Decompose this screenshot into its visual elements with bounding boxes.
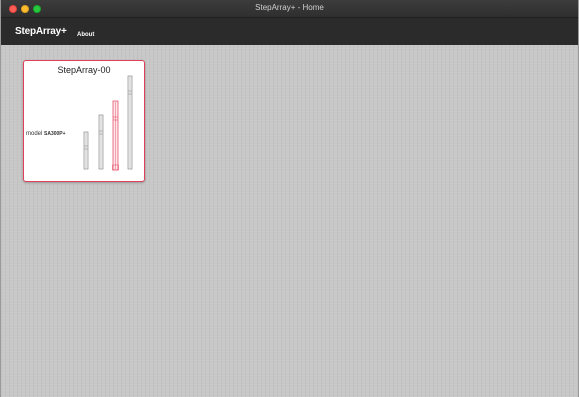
stepper-bar-2[interactable] (98, 114, 104, 170)
app-window: StepArray+ - Home StepArray+ About StepA… (0, 0, 579, 397)
stepper-array-graphic (83, 75, 133, 171)
stepper-bar-1[interactable] (83, 131, 89, 170)
steparray-card[interactable]: StepArray-00 model SA300P+ (23, 60, 145, 182)
brand-logo[interactable]: StepArray+ (15, 26, 67, 37)
main-content: StepArray-00 model SA300P+ (1, 45, 578, 397)
window-title: StepArray+ - Home (255, 3, 324, 12)
title-bar[interactable]: StepArray+ - Home (1, 0, 578, 18)
stepper-bar-3[interactable] (112, 100, 119, 171)
stepper-bar-4[interactable] (127, 75, 133, 170)
nav-item-about[interactable]: About (77, 32, 94, 38)
navbar: StepArray+ About (1, 18, 578, 45)
